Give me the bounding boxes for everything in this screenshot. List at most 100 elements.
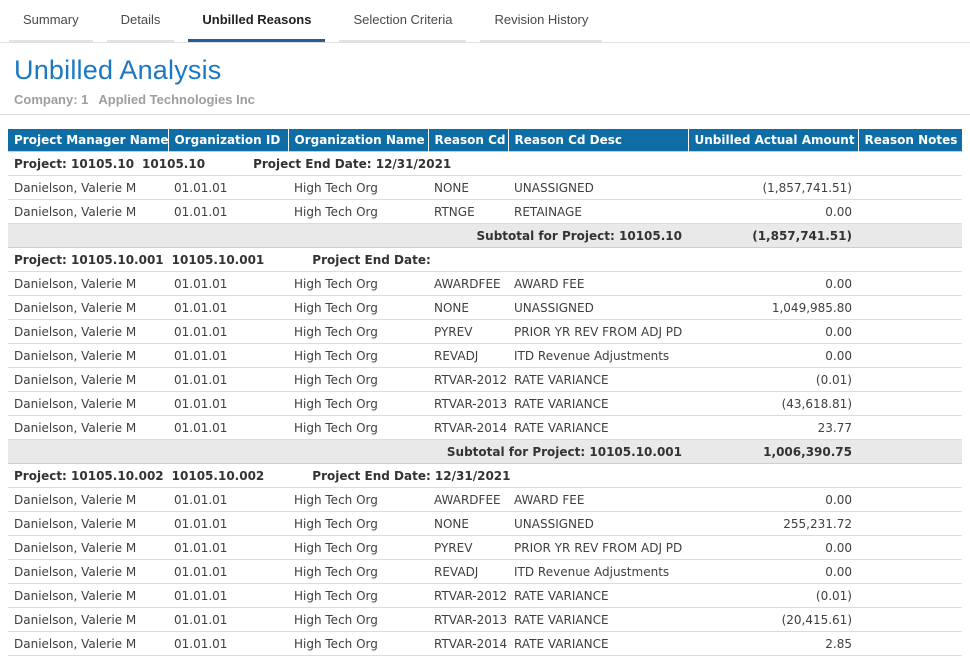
project-label: Project: 10105.10.002 (14, 469, 164, 483)
notes-cell (858, 176, 962, 200)
notes-cell (858, 488, 962, 512)
org-id-cell: 01.01.01 (168, 512, 288, 536)
reason-cd-cell: AWARDFEE (428, 272, 508, 296)
org-id-cell: 01.01.01 (168, 632, 288, 656)
pm-cell: Danielson, Valerie M (8, 344, 168, 368)
amount-cell: (20,415.61) (688, 608, 858, 632)
amount-cell: 0.00 (688, 200, 858, 224)
reason-cd-cell: RTVAR-2012 (428, 368, 508, 392)
org-name-cell: High Tech Org (288, 536, 428, 560)
reason-cd-cell: REVADJ (428, 560, 508, 584)
reason-desc-cell: PRIOR YR REV FROM ADJ PD (508, 320, 688, 344)
project-end-date: Project End Date: 12/31/2021 (253, 157, 451, 171)
org-id-cell: 01.01.01 (168, 584, 288, 608)
reason-desc-cell: ITD Revenue Adjustments (508, 560, 688, 584)
table-row: Danielson, Valerie M01.01.01High Tech Or… (8, 560, 962, 584)
org-id-cell: 01.01.01 (168, 344, 288, 368)
amount-cell: 0.00 (688, 320, 858, 344)
page-title: Unbilled Analysis (14, 55, 970, 86)
amount-cell: 0.00 (688, 272, 858, 296)
company-name: Applied Technologies Inc (98, 92, 255, 107)
amount-cell: 23.77 (688, 416, 858, 440)
amount-cell: (0.01) (688, 584, 858, 608)
notes-cell (858, 296, 962, 320)
col-header-project-manager-name[interactable]: Project Manager Name (8, 129, 168, 152)
pm-cell: Danielson, Valerie M (8, 608, 168, 632)
org-name-cell: High Tech Org (288, 368, 428, 392)
table-row: Danielson, Valerie M01.01.01High Tech Or… (8, 272, 962, 296)
org-name-cell: High Tech Org (288, 584, 428, 608)
notes-cell (858, 344, 962, 368)
tab-details[interactable]: Details (107, 0, 175, 42)
tab-selection-criteria[interactable]: Selection Criteria (339, 0, 466, 42)
col-header-reason-cd[interactable]: Reason Cd (428, 129, 508, 152)
table-row: Danielson, Valerie M01.01.01High Tech Or… (8, 320, 962, 344)
subtotal-label: Subtotal for Project: 10105.10.001 (8, 440, 688, 464)
pm-cell: Danielson, Valerie M (8, 368, 168, 392)
org-id-cell: 01.01.01 (168, 608, 288, 632)
col-header-organization-name[interactable]: Organization Name (288, 129, 428, 152)
pm-cell: Danielson, Valerie M (8, 560, 168, 584)
reason-desc-cell: RATE VARIANCE (508, 368, 688, 392)
project-group-row: Project: 10105.1010105.10Project End Dat… (8, 152, 962, 176)
amount-cell: 1,049,985.80 (688, 296, 858, 320)
pm-cell: Danielson, Valerie M (8, 320, 168, 344)
table-row: Danielson, Valerie M01.01.01High Tech Or… (8, 608, 962, 632)
notes-cell (858, 320, 962, 344)
org-name-cell: High Tech Org (288, 560, 428, 584)
table-row: Danielson, Valerie M01.01.01High Tech Or… (8, 368, 962, 392)
notes-cell (858, 416, 962, 440)
table-row: Danielson, Valerie M01.01.01High Tech Or… (8, 392, 962, 416)
org-name-cell: High Tech Org (288, 344, 428, 368)
reason-desc-cell: AWARD FEE (508, 272, 688, 296)
amount-cell: (1,857,741.51) (688, 176, 858, 200)
col-header-reason-notes[interactable]: Reason Notes (858, 129, 962, 152)
col-header-organization-id[interactable]: Organization ID (168, 129, 288, 152)
notes-cell (858, 608, 962, 632)
reason-cd-cell: PYREV (428, 536, 508, 560)
col-header-unbilled-actual-amount[interactable]: Unbilled Actual Amount (688, 129, 858, 152)
subtotal-row: Subtotal for Project: 10105.10.0011,006,… (8, 440, 962, 464)
org-id-cell: 01.01.01 (168, 392, 288, 416)
pm-cell: Danielson, Valerie M (8, 488, 168, 512)
reason-desc-cell: PRIOR YR REV FROM ADJ PD (508, 536, 688, 560)
org-name-cell: High Tech Org (288, 200, 428, 224)
org-name-cell: High Tech Org (288, 392, 428, 416)
reason-cd-cell: REVADJ (428, 344, 508, 368)
table-row: Danielson, Valerie M01.01.01High Tech Or… (8, 512, 962, 536)
header-divider (0, 114, 970, 115)
pm-cell: Danielson, Valerie M (8, 536, 168, 560)
tab-unbilled-reasons[interactable]: Unbilled Reasons (188, 0, 325, 42)
notes-cell (858, 536, 962, 560)
reason-cd-cell: NONE (428, 512, 508, 536)
org-id-cell: 01.01.01 (168, 368, 288, 392)
unbilled-reasons-table: Project Manager Name Organization ID Org… (8, 129, 962, 656)
col-header-reason-cd-desc[interactable]: Reason Cd Desc (508, 129, 688, 152)
org-id-cell: 01.01.01 (168, 536, 288, 560)
reason-desc-cell: RATE VARIANCE (508, 632, 688, 656)
project-end-date: Project End Date: (312, 253, 430, 267)
amount-cell: 0.00 (688, 560, 858, 584)
notes-cell (858, 512, 962, 536)
project-label: Project: 10105.10.001 (14, 253, 164, 267)
notes-cell (858, 560, 962, 584)
reason-cd-cell: AWARDFEE (428, 488, 508, 512)
reason-cd-cell: RTVAR-2013 (428, 608, 508, 632)
pm-cell: Danielson, Valerie M (8, 296, 168, 320)
org-name-cell: High Tech Org (288, 608, 428, 632)
tab-revision-history[interactable]: Revision History (480, 0, 602, 42)
tab-summary[interactable]: Summary (9, 0, 93, 42)
reason-desc-cell: UNASSIGNED (508, 512, 688, 536)
pm-cell: Danielson, Valerie M (8, 200, 168, 224)
project-group-row: Project: 10105.10.002 10105.10.002 Project… (8, 464, 962, 488)
reason-cd-cell: RTVAR-2014 (428, 416, 508, 440)
reason-cd-cell: PYREV (428, 320, 508, 344)
notes-cell (858, 392, 962, 416)
pm-cell: Danielson, Valerie M (8, 512, 168, 536)
project-value: 10105.10.002 (172, 469, 265, 483)
amount-cell: 0.00 (688, 488, 858, 512)
pm-cell: Danielson, Valerie M (8, 632, 168, 656)
org-id-cell: 01.01.01 (168, 200, 288, 224)
org-id-cell: 01.01.01 (168, 488, 288, 512)
project-end-date: Project End Date: 12/31/2021 (312, 469, 510, 483)
